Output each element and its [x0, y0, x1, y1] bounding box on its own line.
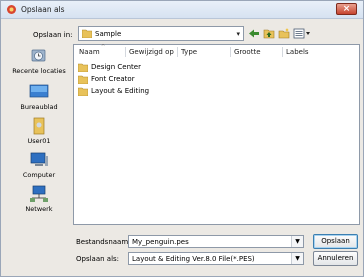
save-in-label: Opslaan in: [33, 31, 73, 39]
filename-label: Bestandsnaam: [76, 238, 131, 246]
views-menu-icon[interactable] [293, 28, 311, 39]
column-divider[interactable] [177, 47, 178, 57]
filename-value: My_penguin.pes [132, 238, 189, 246]
network-icon [30, 185, 48, 202]
folder-icon [78, 87, 88, 96]
save-as-type-dropdown[interactable]: Layout & Editing Ver.8.0 File(*.PES) ▼ [128, 252, 304, 265]
cancel-button[interactable]: Annuleren [313, 251, 358, 266]
place-computer[interactable]: Computer [9, 151, 69, 179]
filename-input[interactable]: My_penguin.pes ▼ [128, 235, 304, 248]
chevron-down-icon[interactable]: ▼ [291, 253, 303, 264]
file-name: Design Center [91, 63, 141, 71]
save-in-value: Sample [95, 30, 122, 38]
chevron-down-icon[interactable]: ▼ [291, 236, 303, 247]
save-as-type-label: Opslaan als: [76, 255, 120, 263]
column-header-type[interactable]: Type [181, 48, 197, 56]
up-folder-icon[interactable] [263, 28, 275, 39]
column-header-name[interactable]: Naam [79, 48, 100, 56]
save-in-dropdown[interactable]: Sample ▾ [78, 26, 244, 41]
place-user[interactable]: User01 [9, 117, 69, 145]
title-bar: Opslaan als × [1, 1, 363, 19]
column-header-modified[interactable]: Gewijzigd op [129, 48, 174, 56]
list-item[interactable]: Layout & Editing [78, 86, 198, 97]
place-label: Recente locaties [12, 67, 66, 75]
place-label: Netwerk [25, 205, 53, 213]
column-divider[interactable] [282, 47, 283, 57]
desktop-icon [29, 84, 49, 98]
close-button[interactable]: × [336, 3, 357, 15]
file-list[interactable]: Naam ^ Gewijzigd op Type Grootte Labels … [73, 44, 360, 225]
place-label: Bureaublad [20, 103, 58, 111]
place-label: Computer [22, 171, 56, 179]
place-desktop[interactable]: Bureaublad [9, 83, 69, 111]
folder-icon [82, 29, 92, 38]
file-name: Layout & Editing [91, 87, 150, 95]
back-icon[interactable] [248, 28, 260, 39]
column-header-size[interactable]: Grootte [234, 48, 261, 56]
list-item[interactable]: Font Creator [78, 74, 198, 85]
column-header-labels[interactable]: Labels [286, 48, 309, 56]
save-as-type-value: Layout & Editing Ver.8.0 File(*.PES) [132, 255, 255, 263]
save-button[interactable]: Opslaan [313, 234, 358, 249]
window-title: Opslaan als [21, 5, 65, 14]
user-folder-icon [33, 117, 45, 135]
folder-icon [78, 75, 88, 84]
places-bar: Recente locaties Bureaublad User01 Compu… [9, 47, 69, 221]
file-name: Font Creator [91, 75, 135, 83]
chevron-down-icon: ▾ [236, 30, 240, 38]
place-label: User01 [27, 137, 51, 145]
place-network[interactable]: Netwerk [9, 185, 69, 213]
new-folder-icon[interactable] [278, 28, 290, 39]
list-item[interactable]: Design Center [78, 62, 198, 73]
column-divider[interactable] [125, 47, 126, 57]
place-recent[interactable]: Recente locaties [9, 47, 69, 75]
save-as-dialog: Opslaan als × Opslaan in: Sample ▾ Recen… [0, 0, 364, 277]
folder-icon [78, 63, 88, 72]
column-divider[interactable] [230, 47, 231, 57]
recent-places-icon [31, 49, 46, 62]
computer-icon [30, 152, 48, 166]
app-icon [7, 5, 16, 14]
sort-ascending-icon: ^ [101, 44, 106, 50]
